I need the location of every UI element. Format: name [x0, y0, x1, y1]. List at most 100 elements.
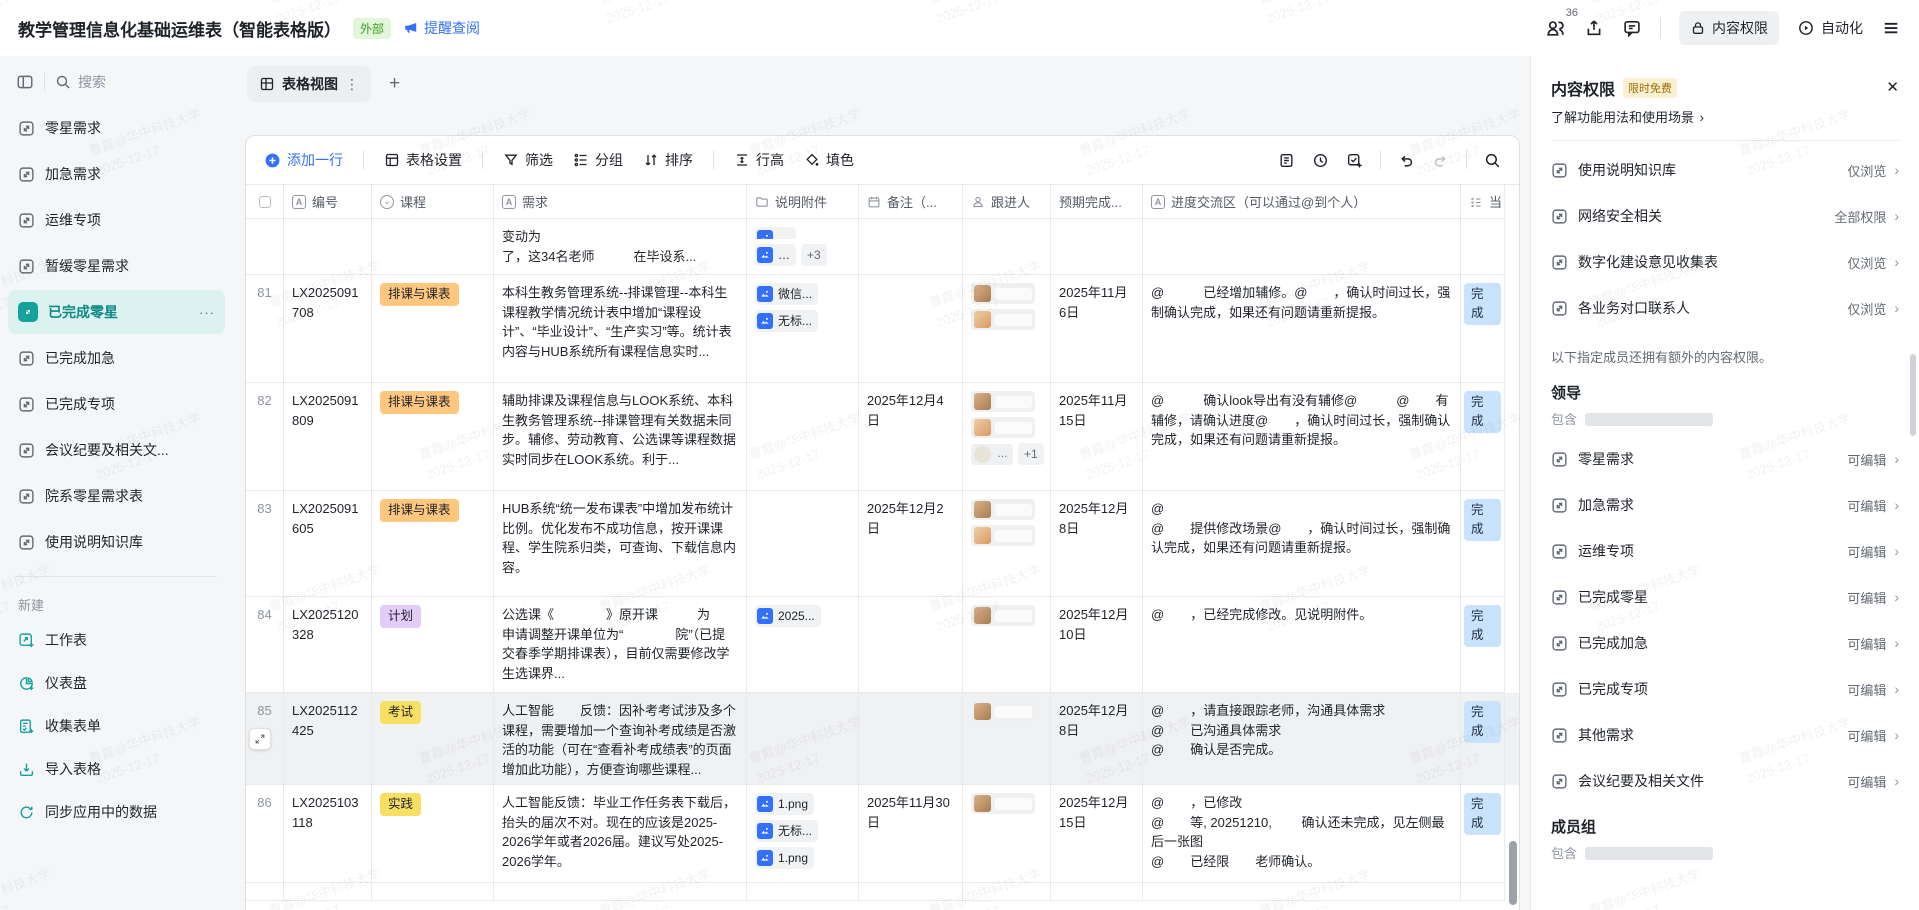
panel-help-link[interactable]: 了解功能用法和使用场景 ›: [1551, 107, 1899, 126]
column-header-course[interactable]: ⌄课程: [372, 185, 494, 219]
table-row[interactable]: 变动为 了，这34名老师 在毕设系...……+3: [246, 219, 1519, 275]
collaborators-button[interactable]: 36: [1545, 18, 1566, 39]
menu-button[interactable]: [1881, 18, 1901, 38]
status-badge[interactable]: 完成: [1464, 605, 1501, 647]
follower-chip[interactable]: [971, 793, 1035, 814]
table-row[interactable]: [246, 883, 1519, 901]
attachment-chip[interactable]: …: [755, 227, 796, 239]
fill-color-button[interactable]: 填色: [804, 150, 854, 170]
permission-item[interactable]: 已完成零星可编辑›: [1551, 574, 1899, 620]
column-header-rownum[interactable]: [246, 185, 284, 219]
remind-review-button[interactable]: 提醒查阅: [403, 18, 480, 38]
panel-scrollbar-thumb[interactable]: [1910, 354, 1916, 436]
sidebar-item[interactable]: 院系零星需求表: [8, 474, 225, 518]
sidebar-item[interactable]: 零星需求: [8, 106, 225, 150]
tab-table-view[interactable]: 表格视图 ⋮: [247, 66, 371, 102]
sidebar-item[interactable]: 加急需求: [8, 152, 225, 196]
attachment-chip[interactable]: 无标...: [755, 310, 818, 332]
create-item[interactable]: 收集表单: [8, 705, 225, 747]
follower-chip[interactable]: …: [971, 444, 1013, 465]
course-tag[interactable]: 排课与课表: [380, 283, 459, 306]
column-header-status[interactable]: 当: [1461, 185, 1505, 219]
follower-chip[interactable]: [971, 605, 1035, 626]
sidebar-item[interactable]: 已完成专项: [8, 382, 225, 426]
permission-item[interactable]: 加急需求可编辑›: [1551, 482, 1899, 528]
attachment-chip[interactable]: 2025...: [755, 605, 821, 627]
course-tag[interactable]: 排课与课表: [380, 391, 459, 414]
permission-item[interactable]: 数字化建设意见收集表仅浏览›: [1551, 239, 1899, 285]
attachment-chip[interactable]: 1.png: [755, 793, 814, 815]
table-row[interactable]: 86LX2025103118实践人工智能反馈：毕业工作任务表下载后，抬头的届次不…: [246, 785, 1519, 883]
add-view-button[interactable]: +: [381, 73, 408, 95]
create-item[interactable]: 导入表格: [8, 748, 225, 790]
create-form-button[interactable]: [1346, 152, 1363, 169]
table-vertical-scrollbar[interactable]: [1507, 188, 1517, 905]
cell-rownum[interactable]: 83: [246, 491, 284, 597]
permission-item[interactable]: 零星需求可编辑›: [1551, 436, 1899, 482]
automation-button[interactable]: 自动化: [1797, 18, 1863, 38]
course-tag[interactable]: 考试: [380, 701, 421, 724]
column-header-attach[interactable]: 说明附件: [747, 185, 859, 219]
course-tag[interactable]: 实践: [380, 793, 421, 816]
sidebar-item[interactable]: 使用说明知识库: [8, 520, 225, 564]
follower-chip[interactable]: [971, 417, 1035, 438]
create-item[interactable]: 仪表盘: [8, 662, 225, 704]
scrollbar-thumb[interactable]: [1509, 841, 1517, 905]
table-row[interactable]: 82LX2025091809排课与课表辅助排课及课程信息与LOOK系统、本科生教…: [246, 383, 1519, 491]
sort-button[interactable]: 排序: [643, 150, 693, 170]
comment-button[interactable]: [1622, 18, 1642, 38]
permission-item[interactable]: 会议纪要及相关文件可编辑›: [1551, 758, 1899, 804]
cell-rownum[interactable]: 86: [246, 785, 284, 883]
create-item[interactable]: 同步应用中的数据: [8, 791, 225, 833]
create-item[interactable]: 工作表: [8, 619, 225, 661]
cell-rownum[interactable]: [246, 219, 284, 275]
follower-chip[interactable]: [971, 525, 1035, 546]
attachment-chip[interactable]: 1.png: [755, 847, 814, 869]
undo-button[interactable]: [1398, 152, 1415, 169]
table-search-button[interactable]: [1484, 152, 1501, 169]
status-badge[interactable]: 完成: [1464, 701, 1501, 743]
follower-chip[interactable]: [971, 309, 1035, 330]
tab-more-icon[interactable]: ⋮: [345, 76, 359, 93]
redo-button[interactable]: [1432, 152, 1449, 169]
cell-rownum[interactable]: 82: [246, 383, 284, 491]
cell-rownum[interactable]: 81: [246, 275, 284, 383]
share-button[interactable]: [1584, 18, 1604, 38]
expand-record-button[interactable]: [249, 728, 271, 750]
filter-button[interactable]: 筛选: [503, 150, 553, 170]
follower-chip[interactable]: [971, 391, 1035, 412]
status-badge[interactable]: 完成: [1464, 391, 1501, 433]
follower-more-count[interactable]: +1: [1018, 443, 1044, 465]
sidebar-item[interactable]: 暂缓零星需求: [8, 244, 225, 288]
status-badge[interactable]: 完成: [1464, 793, 1501, 835]
course-tag[interactable]: 排课与课表: [380, 499, 459, 522]
column-header-progress[interactable]: A进度交流区（可以通过@到个人）: [1143, 185, 1461, 219]
table-row[interactable]: 84LX2025120328计划公选课《 》原开课 为 申请调整开课单位为“ 院…: [246, 597, 1519, 693]
sidebar-item[interactable]: 已完成零星···: [8, 290, 225, 334]
column-header-note[interactable]: 备注（...: [859, 185, 963, 219]
sidebar-item[interactable]: 运维专项: [8, 198, 225, 242]
permission-item[interactable]: 网络安全相关全部权限›: [1551, 193, 1899, 239]
paste-format-button[interactable]: [1278, 152, 1295, 169]
column-header-follower[interactable]: 跟进人: [963, 185, 1051, 219]
cell-rownum[interactable]: 84: [246, 597, 284, 693]
course-tag[interactable]: 计划: [380, 605, 421, 628]
select-all-checkbox[interactable]: [259, 196, 271, 208]
column-header-id[interactable]: A编号: [284, 185, 372, 219]
permission-item[interactable]: 各业务对口联系人仅浏览›: [1551, 285, 1899, 331]
table-settings-button[interactable]: 表格设置: [384, 150, 462, 170]
group-button[interactable]: 分组: [573, 150, 623, 170]
table-row[interactable]: 81LX2025091708排课与课表本科生教务管理系统--排课管理--本科生课…: [246, 275, 1519, 383]
status-badge[interactable]: 完成: [1464, 283, 1501, 325]
permission-item[interactable]: 其他需求可编辑›: [1551, 712, 1899, 758]
table-row[interactable]: 83LX2025091605排课与课表HUB系统“统一发布课表”中增加发布统计比…: [246, 491, 1519, 597]
column-header-need[interactable]: A需求: [494, 185, 747, 219]
attachment-chip[interactable]: 无标...: [755, 820, 818, 842]
permission-item[interactable]: 已完成加急可编辑›: [1551, 620, 1899, 666]
row-height-button[interactable]: 行高: [734, 150, 784, 170]
attachment-chip[interactable]: …: [755, 244, 796, 266]
sidebar-collapse-button[interactable]: [16, 73, 34, 91]
attachment-more-count[interactable]: +3: [801, 244, 827, 266]
sidebar-item[interactable]: 已完成加急: [8, 336, 225, 380]
content-permission-button[interactable]: 内容权限: [1679, 11, 1779, 45]
